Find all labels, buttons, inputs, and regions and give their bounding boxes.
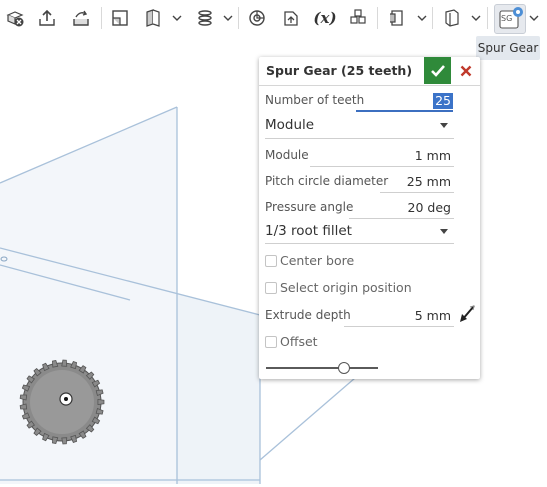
root-fillet-select[interactable]: 1/3 root fillet <box>265 221 454 243</box>
number-of-teeth-value[interactable]: 25 <box>433 93 453 109</box>
toolbar-separator <box>487 7 488 29</box>
center-bore-label: Center bore <box>280 253 355 268</box>
import-icon <box>73 10 89 26</box>
toolbar-separator <box>101 7 102 29</box>
gear-tooth <box>61 359 68 367</box>
gear-tooth <box>61 437 68 445</box>
chevron-down-icon <box>172 15 182 21</box>
section-dropdown[interactable] <box>470 9 482 27</box>
toolbar: (x) SG <box>0 0 547 36</box>
divider <box>265 138 454 139</box>
dialog-header: Spur Gear (25 teeth) <box>259 57 480 86</box>
slider-thumb[interactable] <box>338 362 350 374</box>
select-origin-position-label: Select origin position <box>280 280 412 295</box>
cancel-button[interactable] <box>455 59 477 83</box>
spur-gear-dialog: Spur Gear (25 teeth) Number of teeth 25 … <box>259 57 480 379</box>
import-button[interactable] <box>69 4 93 32</box>
chevron-down-icon <box>417 15 427 21</box>
center-bore-checkbox[interactable]: Center bore <box>265 253 454 269</box>
module-input[interactable]: 1 mm <box>415 148 451 163</box>
fold-button[interactable] <box>142 4 164 32</box>
opposite-direction-button[interactable] <box>458 304 476 324</box>
pattern-cubes-button[interactable] <box>346 4 370 32</box>
opposite-direction-icon <box>460 305 475 322</box>
helix-button[interactable] <box>193 4 217 32</box>
pattern-cubes-icon <box>350 9 366 24</box>
slider-track[interactable] <box>266 367 378 369</box>
plane-button[interactable] <box>108 4 132 32</box>
accept-button[interactable] <box>424 57 451 84</box>
fold-dropdown[interactable] <box>171 9 183 27</box>
input-underline <box>356 110 453 112</box>
offset-box[interactable] <box>265 336 277 348</box>
pitch-circle-diameter-label: Pitch circle diameter <box>265 174 389 188</box>
toolbar-separator <box>377 7 378 29</box>
close-icon <box>460 65 472 77</box>
export-icon <box>39 9 55 26</box>
section-button[interactable] <box>440 4 464 32</box>
chevron-down-icon <box>471 15 481 21</box>
dialog-title: Spur Gear (25 teeth) <box>266 63 413 78</box>
helix-icon <box>198 10 212 26</box>
section-icon <box>445 9 459 27</box>
extrude-depth-underline <box>344 326 454 327</box>
derived-icon <box>284 11 298 26</box>
variable-icon: (x) <box>313 9 337 27</box>
insert-button[interactable] <box>385 4 409 32</box>
input-type-value: Module <box>265 117 315 133</box>
insert-icon <box>390 10 403 26</box>
center-bore-box[interactable] <box>265 255 277 267</box>
extrude-depth-label: Extrude depth <box>265 308 351 322</box>
caret-down-icon <box>440 123 448 128</box>
number-of-teeth-input[interactable]: 25 <box>356 93 453 112</box>
divider <box>265 243 454 244</box>
plane-icon <box>112 10 128 26</box>
toolbar-separator <box>238 7 239 29</box>
checkmark-icon <box>430 64 445 77</box>
mate-connector-icon <box>249 10 265 26</box>
offset-label: Offset <box>280 334 318 349</box>
custom-feature-dropdown[interactable] <box>528 9 540 27</box>
chevron-down-icon <box>529 15 539 21</box>
spur-gear-badge: SG <box>501 14 513 23</box>
export-button[interactable] <box>35 4 59 32</box>
module-underline <box>310 166 454 167</box>
mate-connector-button[interactable] <box>245 4 269 32</box>
insert-dropdown[interactable] <box>416 9 428 27</box>
module-label: Module <box>265 148 309 162</box>
sketch-delete-button[interactable] <box>3 4 27 32</box>
fold-icon <box>146 9 160 27</box>
helix-dropdown[interactable] <box>222 9 234 27</box>
number-of-teeth-label: Number of teeth <box>265 93 365 107</box>
offset-checkbox[interactable]: Offset <box>265 334 454 350</box>
pitch-circle-underline <box>380 192 454 193</box>
derived-button[interactable] <box>279 4 303 32</box>
select-origin-position-checkbox[interactable]: Select origin position <box>265 280 454 296</box>
extrude-depth-input[interactable]: 5 mm <box>415 308 451 323</box>
spur-gear-button[interactable]: SG <box>494 4 526 34</box>
root-fillet-value: 1/3 root fillet <box>265 223 352 239</box>
pressure-angle-underline <box>349 218 454 219</box>
pressure-angle-label: Pressure angle <box>265 200 354 214</box>
variable-button[interactable]: (x) <box>312 4 338 32</box>
pitch-circle-diameter-input[interactable]: 25 mm <box>407 174 451 189</box>
gear-tooth <box>97 399 105 405</box>
caret-down-icon <box>440 229 448 234</box>
chevron-down-icon <box>223 15 233 21</box>
input-type-select[interactable]: Module <box>265 115 454 137</box>
toolbar-separator <box>432 7 433 29</box>
select-origin-position-box[interactable] <box>265 282 277 294</box>
pressure-angle-input[interactable]: 20 deg <box>408 200 451 215</box>
sketch-delete-icon <box>6 11 24 27</box>
